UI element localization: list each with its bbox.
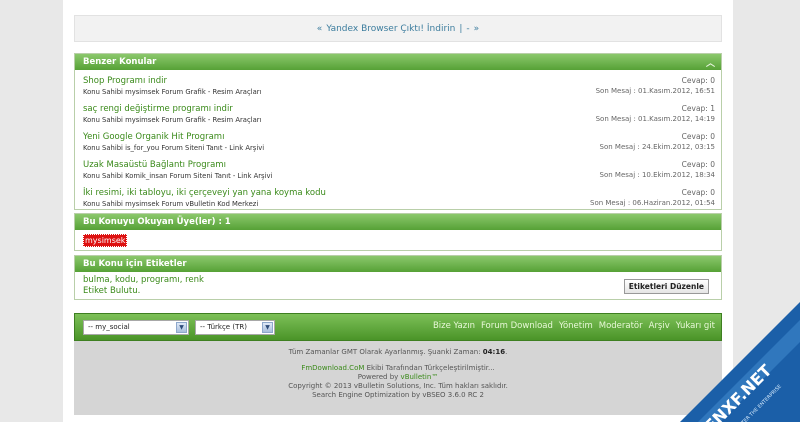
- tags-header: Bu Konu için Etiketler: [75, 256, 721, 272]
- yandex-browser-link[interactable]: Yandex Browser Çıktı! İndirin: [326, 24, 455, 34]
- current-time: 04:16: [482, 348, 506, 356]
- thread-stats: Cevap: 0 Son Mesaj : 24.Ekim.2012, 03:15: [600, 132, 715, 151]
- similar-thread-row: İki resimi, iki tabloyu, iki çerçeveyi y…: [75, 184, 721, 212]
- copyright-line: Copyright © 2013 vBulletin Solutions, In…: [288, 382, 508, 390]
- vbulletin-link[interactable]: vBulletin™: [401, 373, 439, 381]
- thread-last-post: Son Mesaj : 24.Ekim.2012, 03:15: [599, 143, 715, 151]
- footer-link-moderator[interactable]: Moderatör: [599, 321, 643, 331]
- credit-site-link[interactable]: FmDownload.CoM: [301, 364, 364, 372]
- style-select-value: -- my_social: [88, 323, 130, 331]
- thread-replies: Cevap: 1: [681, 104, 715, 113]
- readers-title: Bu Konuyu Okuyan Üye(ler) : 1: [83, 217, 231, 227]
- thread-navigation: « Yandex Browser Çıktı! İndirin | - »: [74, 15, 722, 42]
- similar-thread-row: Uzak Masaüstü Bağlantı Programı Konu Sah…: [75, 156, 721, 184]
- nav-dash: -: [466, 23, 470, 34]
- thread-replies: Cevap: 0: [681, 132, 715, 141]
- thread-stats: Cevap: 0 Son Mesaj : 06.Haziran.2012, 01…: [590, 188, 715, 207]
- similar-thread-row: saç rengi değiştirme programı indir Konu…: [75, 100, 721, 128]
- thread-last-post: Son Mesaj : 10.Ekim.2012, 18:34: [599, 171, 715, 179]
- seo-line: Search Engine Optimization by vBSEO 3.6.…: [312, 391, 484, 399]
- thread-stats: Cevap: 0 Son Mesaj : 10.Ekim.2012, 18:34: [600, 160, 715, 179]
- reader-username[interactable]: mysimsek: [83, 234, 128, 247]
- time-suffix: .: [505, 348, 508, 356]
- copyright-area: Tüm Zamanlar GMT Olarak Ayarlanmış. Şuan…: [74, 341, 722, 415]
- footer-bar: -- my_social ▼ -- Türkçe (TR) ▼ Bize Yaz…: [74, 313, 722, 341]
- similar-threads-block: Benzer Konular ︿ Shop Programı indir Kon…: [74, 53, 722, 210]
- footer-link-archive[interactable]: Arşiv: [649, 321, 670, 331]
- thread-replies: Cevap: 0: [681, 76, 715, 85]
- similar-threads-header: Benzer Konular ︿: [75, 54, 721, 70]
- footer-link-download[interactable]: Forum Download: [481, 321, 553, 331]
- thread-replies: Cevap: 0: [681, 160, 715, 169]
- similar-thread-row: Yeni Google Organik Hit Programı Konu Sa…: [75, 128, 721, 156]
- chevron-down-icon: ▼: [262, 321, 273, 333]
- similar-threads-title: Benzer Konular: [83, 57, 157, 67]
- timezone-line: Tüm Zamanlar GMT Olarak Ayarlanmış. Şuan…: [74, 348, 722, 357]
- collapse-icon[interactable]: ︿: [706, 56, 715, 69]
- prev-thread-link[interactable]: «: [317, 24, 323, 34]
- tags-block: Bu Konu için Etiketler bulma, kodu, prog…: [74, 255, 722, 300]
- thread-last-post: Son Mesaj : 01.Kasım.2012, 14:19: [595, 115, 715, 123]
- style-select[interactable]: -- my_social ▼: [83, 319, 189, 335]
- page-container: « Yandex Browser Çıktı! İndirin | - » Be…: [63, 0, 733, 422]
- language-select[interactable]: -- Türkçe (TR) ▼: [195, 319, 275, 335]
- footer-links: Bize Yazın Forum Download Yönetim Modera…: [433, 321, 715, 331]
- enxf-watermark: ENXF.NET ENTER THE ENTERPRISE: [680, 302, 800, 422]
- thread-replies: Cevap: 0: [681, 188, 715, 197]
- edit-tags-button[interactable]: Etiketleri Düzenle: [623, 279, 709, 294]
- language-select-value: -- Türkçe (TR): [200, 323, 247, 331]
- thread-last-post: Son Mesaj : 06.Haziran.2012, 01:54: [590, 199, 715, 207]
- readers-header: Bu Konuyu Okuyan Üye(ler) : 1: [75, 214, 721, 230]
- tag-list[interactable]: bulma, kodu, programı, renk: [83, 275, 713, 286]
- thread-stats: Cevap: 0 Son Mesaj : 01.Kasım.2012, 16:5…: [596, 76, 715, 95]
- credit-text: Ekibi Tarafından Türkçeleştirilmiştir...: [366, 364, 495, 372]
- tag-cloud-link[interactable]: Etiket Bulutu.: [83, 286, 713, 297]
- thread-last-post: Son Mesaj : 01.Kasım.2012, 16:51: [595, 87, 715, 95]
- tags-title: Bu Konu için Etiketler: [83, 259, 187, 269]
- similar-thread-row: Shop Programı indir Konu Sahibi mysimsek…: [75, 72, 721, 100]
- powered-prefix: Powered by: [357, 373, 399, 381]
- next-thread-link[interactable]: »: [474, 24, 480, 34]
- footer-link-contact[interactable]: Bize Yazın: [433, 321, 475, 331]
- timezone-text: Tüm Zamanlar GMT Olarak Ayarlanmış. Şuan…: [288, 348, 481, 356]
- powered-line: Powered by vBulletin™: [74, 373, 722, 382]
- credit-line: FmDownload.CoM Ekibi Tarafından Türkçele…: [74, 364, 722, 373]
- chevron-down-icon: ▼: [176, 321, 187, 333]
- thread-stats: Cevap: 1 Son Mesaj : 01.Kasım.2012, 14:1…: [596, 104, 715, 123]
- nav-separator: |: [459, 23, 463, 34]
- footer-link-admin[interactable]: Yönetim: [559, 321, 593, 331]
- readers-block: Bu Konuyu Okuyan Üye(ler) : 1 mysimsek: [74, 213, 722, 251]
